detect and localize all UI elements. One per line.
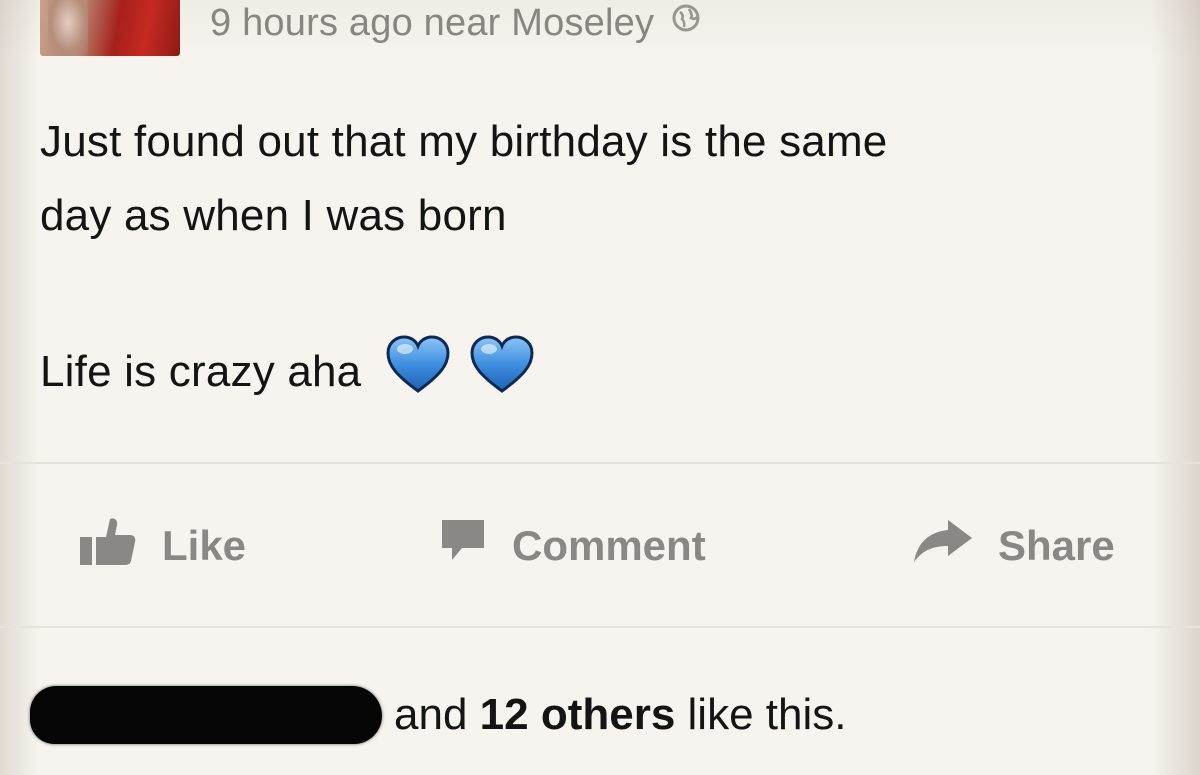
post-text-line-3-label: Life is crazy aha [40,347,362,397]
comment-bubble-icon [440,518,486,574]
like-label: Like [162,522,247,569]
like-button[interactable]: Like [80,516,246,576]
post-text-line-2: day as when I was born [40,191,507,240]
redacted-name [30,686,382,744]
divider-bottom [0,626,1200,628]
emoji-group [386,335,542,406]
share-arrow-icon [912,518,974,574]
blue-heart-icon [470,335,534,393]
post-meta: 9 hours ago near Moseley [210,2,701,45]
thumbs-up-icon [80,515,136,577]
likes-count[interactable]: 12 others [480,690,676,740]
share-button[interactable]: Share [912,516,1115,576]
likes-prefix: and [394,690,468,739]
post-text-line-3: Life is crazy aha [40,335,542,406]
globe-icon [671,0,701,43]
likes-suffix: like this. [687,690,847,739]
blue-heart-icon [386,335,450,393]
post-timestamp-location: 9 hours ago near Moseley [210,2,655,44]
comment-button[interactable]: Comment [440,516,706,576]
post-text-line-1: Just found out that my birthday is the s… [40,117,888,166]
avatar-face [48,0,88,56]
likes-summary[interactable]: and 12 others like this. [30,680,846,750]
share-label: Share [998,522,1115,569]
divider-top [0,462,1200,464]
comment-label: Comment [512,522,706,569]
profile-avatar[interactable] [40,0,180,56]
